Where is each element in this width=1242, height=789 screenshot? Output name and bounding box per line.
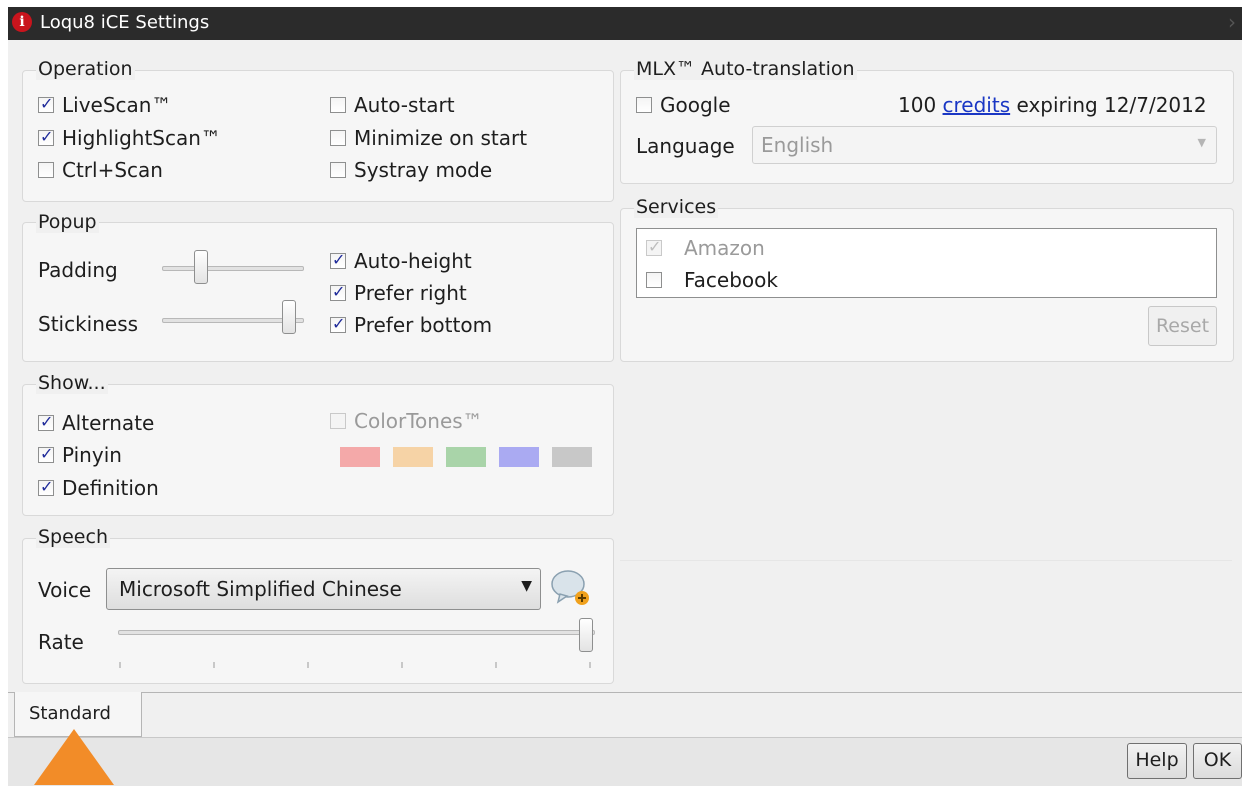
services-legend: Services bbox=[634, 196, 719, 218]
service-amazon-label: Amazon bbox=[684, 236, 765, 260]
preferright-checkbox[interactable]: Prefer right bbox=[330, 281, 467, 305]
preferright-label: Prefer right bbox=[354, 281, 467, 305]
service-facebook-label: Facebook bbox=[684, 268, 778, 292]
systray-label: Systray mode bbox=[354, 158, 493, 182]
autostart-checkbox[interactable]: Auto-start bbox=[330, 93, 455, 117]
rate-slider-thumb[interactable] bbox=[579, 618, 593, 652]
colortone-swatch-5 bbox=[552, 447, 592, 467]
highlightscan-box[interactable] bbox=[38, 127, 54, 146]
language-label: Language bbox=[636, 134, 735, 158]
minimize-label: Minimize on start bbox=[354, 126, 528, 150]
colortone-swatch-4 bbox=[499, 447, 539, 467]
livescan-checkbox[interactable]: LiveScan™ bbox=[38, 93, 171, 117]
popup-legend: Popup bbox=[36, 211, 99, 233]
colortones-box[interactable] bbox=[330, 413, 346, 429]
language-select[interactable]: English ▼ bbox=[752, 126, 1217, 164]
autoheight-box[interactable] bbox=[330, 250, 346, 269]
livescan-box[interactable] bbox=[38, 94, 54, 113]
service-amazon-box[interactable] bbox=[646, 237, 662, 256]
colortone-swatch-2 bbox=[393, 447, 433, 467]
voice-add-icon[interactable] bbox=[550, 566, 592, 608]
preferbottom-label: Prefer bottom bbox=[354, 313, 493, 337]
ctrlscan-box[interactable] bbox=[38, 162, 54, 178]
credits-expiry: expiring 12/7/2012 bbox=[1010, 93, 1207, 117]
service-facebook-box[interactable] bbox=[646, 272, 662, 288]
pinyin-box[interactable] bbox=[38, 444, 54, 463]
definition-label: Definition bbox=[62, 476, 159, 500]
operation-legend: Operation bbox=[36, 58, 135, 80]
minimize-box[interactable] bbox=[330, 130, 346, 146]
systray-box[interactable] bbox=[330, 162, 346, 178]
ok-button[interactable]: OK bbox=[1193, 743, 1242, 779]
minimize-checkbox[interactable]: Minimize on start bbox=[330, 126, 527, 150]
rate-label: Rate bbox=[38, 630, 84, 654]
stickiness-label: Stickiness bbox=[38, 312, 139, 336]
chevron-down-icon: ▼ bbox=[521, 578, 532, 594]
credits-count: 100 bbox=[898, 93, 943, 117]
service-facebook-checkbox[interactable]: Facebook bbox=[646, 268, 778, 292]
autostart-box[interactable] bbox=[330, 97, 346, 113]
bottom-bar bbox=[8, 737, 1242, 786]
stickiness-slider-thumb[interactable] bbox=[281, 300, 296, 334]
credits-info: 100 credits expiring 12/7/2012 bbox=[898, 93, 1207, 117]
help-button[interactable]: Help bbox=[1127, 743, 1187, 779]
preferbottom-box[interactable] bbox=[330, 314, 346, 333]
reset-button[interactable]: Reset bbox=[1148, 306, 1217, 346]
highlightscan-checkbox[interactable]: HighlightScan™ bbox=[38, 126, 221, 150]
definition-box[interactable] bbox=[38, 477, 54, 496]
google-label: Google bbox=[660, 93, 731, 117]
alternate-label: Alternate bbox=[62, 411, 155, 435]
voice-select[interactable]: Microsoft Simplified Chinese ▼ bbox=[106, 568, 541, 610]
highlightscan-label: HighlightScan™ bbox=[62, 126, 221, 150]
livescan-label: LiveScan™ bbox=[62, 93, 172, 117]
ctrlscan-label: Ctrl+Scan bbox=[62, 158, 163, 182]
colortones-checkbox[interactable]: ColorTones™ bbox=[330, 409, 483, 433]
tab-standard-label: Standard bbox=[29, 703, 111, 724]
autoheight-label: Auto-height bbox=[354, 249, 472, 273]
window-title: Loqu8 iCE Settings bbox=[40, 12, 210, 33]
credits-link[interactable]: credits bbox=[943, 93, 1011, 117]
autoheight-checkbox[interactable]: Auto-height bbox=[330, 249, 472, 273]
mlx-legend: MLX™ Auto-translation bbox=[634, 58, 857, 80]
popup-group bbox=[22, 222, 614, 362]
google-checkbox[interactable]: Google bbox=[636, 93, 731, 117]
voice-label: Voice bbox=[38, 578, 92, 602]
colortone-swatch-3 bbox=[446, 447, 486, 467]
padding-slider-track[interactable] bbox=[162, 266, 304, 271]
pointer-arrow-icon bbox=[34, 729, 114, 785]
alternate-checkbox[interactable]: Alternate bbox=[38, 411, 154, 435]
voice-select-value: Microsoft Simplified Chinese bbox=[119, 577, 402, 601]
preferbottom-checkbox[interactable]: Prefer bottom bbox=[330, 313, 492, 337]
tab-strip-line bbox=[8, 692, 1242, 693]
chevron-down-icon: ▼ bbox=[1197, 136, 1206, 149]
colortone-swatch-1 bbox=[340, 447, 380, 467]
google-box[interactable] bbox=[636, 97, 652, 113]
pinyin-label: Pinyin bbox=[62, 443, 122, 467]
systray-checkbox[interactable]: Systray mode bbox=[330, 158, 492, 182]
show-legend: Show... bbox=[36, 372, 108, 394]
preferright-box[interactable] bbox=[330, 282, 346, 301]
close-icon[interactable]: › bbox=[1228, 10, 1236, 34]
app-icon: i bbox=[12, 12, 32, 32]
speech-legend: Speech bbox=[36, 526, 110, 548]
empty-panel bbox=[620, 560, 1232, 681]
rate-slider-track[interactable] bbox=[118, 630, 595, 635]
pinyin-checkbox[interactable]: Pinyin bbox=[38, 443, 122, 467]
definition-checkbox[interactable]: Definition bbox=[38, 476, 159, 500]
autostart-label: Auto-start bbox=[354, 93, 455, 117]
language-select-value: English bbox=[761, 133, 834, 157]
colortones-label: ColorTones™ bbox=[354, 409, 483, 433]
service-amazon-checkbox[interactable]: Amazon bbox=[646, 236, 765, 260]
rate-ticks bbox=[118, 655, 593, 668]
ctrlscan-checkbox[interactable]: Ctrl+Scan bbox=[38, 158, 163, 182]
alternate-box[interactable] bbox=[38, 412, 54, 431]
padding-label: Padding bbox=[38, 258, 118, 282]
padding-slider-thumb[interactable] bbox=[193, 250, 208, 284]
